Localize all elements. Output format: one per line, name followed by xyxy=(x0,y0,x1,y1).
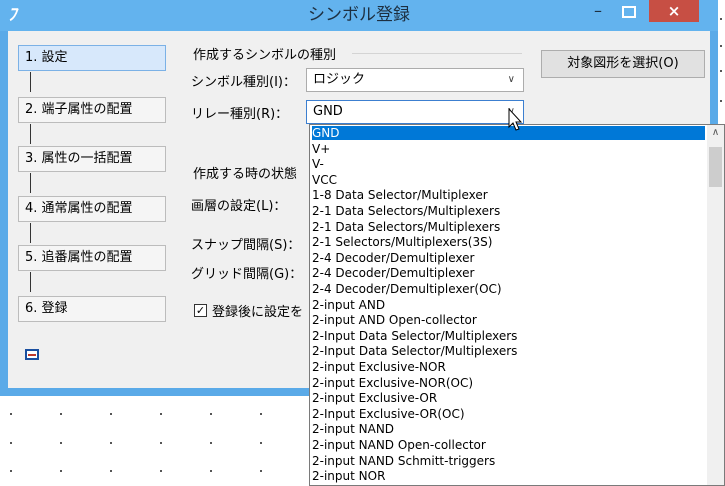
symbol-type-value: ロジック xyxy=(313,72,366,87)
dropdown-option[interactable]: 2-Input Data Selector/Multiplexers xyxy=(312,329,517,343)
dropdown-option[interactable]: 2-1 Data Selectors/Multiplexers xyxy=(312,220,500,234)
step-label: 1. 設定 xyxy=(25,50,68,65)
grid-dot xyxy=(110,442,112,444)
grid-dot xyxy=(60,470,62,472)
relay-type-dropdown-list[interactable]: 2-input NOR Open-collector2-input NOR2-i… xyxy=(309,124,725,486)
step-batch-attr[interactable]: 3. 属性の一括配置 xyxy=(18,146,166,172)
grid-dot xyxy=(10,470,12,472)
grid-interval-label: グリッド間隔(G)： xyxy=(191,267,303,282)
dropdown-option[interactable]: 2-input Exclusive-NOR xyxy=(312,360,446,374)
grid-dot xyxy=(260,470,262,472)
grid-dot xyxy=(160,413,162,415)
dropdown-option[interactable]: 2-Input Exclusive-OR(OC) xyxy=(312,407,465,421)
relay-type-select[interactable]: GND ∨ xyxy=(306,100,524,124)
grid-dot xyxy=(60,413,62,415)
grid-dot xyxy=(110,413,112,415)
dropdown-option[interactable]: V- xyxy=(312,157,324,171)
dropdown-option[interactable]: 1-8 Data Selector/Multiplexer xyxy=(312,188,488,202)
step-label: 4. 通常属性の配置 xyxy=(25,201,133,216)
symbol-type-select[interactable]: ロジック ∨ xyxy=(306,68,524,92)
step-connector xyxy=(30,124,31,144)
dropdown-option[interactable]: 2-1 Selectors/Multiplexers(3S) xyxy=(312,235,492,249)
dropdown-option[interactable]: 2-1 Data Selectors/Multiplexers xyxy=(312,204,500,218)
relay-type-label: リレー種別(R)： xyxy=(191,107,289,122)
dropdown-option[interactable]: 2-input AND xyxy=(312,298,385,312)
step-register[interactable]: 6. 登録 xyxy=(18,296,166,322)
grid-dot xyxy=(210,442,212,444)
step-normal-attr[interactable]: 4. 通常属性の配置 xyxy=(18,196,166,222)
step-connector xyxy=(30,272,31,292)
dropdown-option[interactable]: 2-4 Decoder/Demultiplexer xyxy=(312,266,474,280)
layer-setting-label: 画層の設定(L)： xyxy=(191,199,287,214)
dropdown-option[interactable]: 2-input NAND xyxy=(312,422,394,436)
step-settings[interactable]: 1. 設定 xyxy=(18,45,166,71)
grid-dot xyxy=(210,413,212,415)
step-connector xyxy=(30,173,31,193)
after-register-checkbox[interactable]: ✓ xyxy=(194,304,207,317)
mouse-pointer-icon xyxy=(508,108,523,131)
step-terminal-attr[interactable]: 2. 端子属性の配置 xyxy=(18,97,166,123)
snap-interval-label: スナップ間隔(S)： xyxy=(191,238,301,253)
dropdown-option[interactable]: 2-input Exclusive-NOR(OC) xyxy=(312,376,473,390)
grid-dot xyxy=(110,470,112,472)
step-label: 6. 登録 xyxy=(25,301,68,316)
grid-dot xyxy=(720,100,722,102)
dropdown-option[interactable]: 2-input AND Open-collector xyxy=(312,313,477,327)
grid-dot xyxy=(160,470,162,472)
grid-dot xyxy=(160,442,162,444)
dropdown-scrollbar[interactable]: ∧ xyxy=(707,125,724,485)
step-label: 2. 端子属性の配置 xyxy=(25,102,133,117)
dropdown-option[interactable]: 2-4 Decoder/Demultiplexer xyxy=(312,251,474,265)
grid-dot xyxy=(10,413,12,415)
minimize-button[interactable]: – xyxy=(584,2,612,24)
scrollbar-thumb[interactable] xyxy=(709,147,722,187)
grid-dot xyxy=(260,413,262,415)
step-label: 3. 属性の一括配置 xyxy=(25,151,133,166)
dropdown-option[interactable]: 2-input NOR xyxy=(312,469,385,483)
layout-icon[interactable] xyxy=(25,349,39,360)
group-state-title: 作成する時の状態 xyxy=(193,167,298,182)
grid-dot xyxy=(210,470,212,472)
close-button[interactable]: × xyxy=(649,0,699,22)
grid-dot xyxy=(60,442,62,444)
dropdown-option[interactable]: 2-4 Decoder/Demultiplexer(OC) xyxy=(312,282,502,296)
step-connector xyxy=(30,223,31,243)
grid-dot xyxy=(260,442,262,444)
chevron-down-icon: ∨ xyxy=(507,74,515,85)
group-divider xyxy=(352,53,522,54)
dropdown-option[interactable]: 2-input NAND Open-collector xyxy=(312,438,486,452)
grid-dot xyxy=(720,45,722,47)
relay-type-value: GND xyxy=(313,104,343,119)
grid-dot xyxy=(720,18,722,20)
dropdown-option[interactable]: 2-Input Data Selector/Multiplexers xyxy=(312,344,517,358)
select-target-button[interactable]: 対象図形を選択(O) xyxy=(541,50,705,78)
dropdown-option[interactable]: 2-input NAND Schmitt-triggers xyxy=(312,454,495,468)
after-register-label: 登録後に設定を xyxy=(212,305,304,320)
step-serial-attr[interactable]: 5. 追番属性の配置 xyxy=(18,245,166,271)
step-label: 5. 追番属性の配置 xyxy=(25,250,133,265)
dropdown-option[interactable]: 2-input Exclusive-OR xyxy=(312,391,437,405)
group-symbol-kind-title: 作成するシンボルの種別 xyxy=(193,48,337,63)
grid-dot xyxy=(720,70,722,72)
step-connector xyxy=(30,72,31,92)
grid-dot xyxy=(10,442,12,444)
chevron-up-icon[interactable]: ∧ xyxy=(707,127,724,138)
maximize-icon xyxy=(622,6,636,18)
dropdown-option[interactable]: V+ xyxy=(312,142,330,156)
dropdown-option[interactable]: VCC xyxy=(312,173,337,187)
maximize-button[interactable] xyxy=(614,2,642,24)
symbol-type-label: シンボル種別(I)： xyxy=(191,75,296,90)
